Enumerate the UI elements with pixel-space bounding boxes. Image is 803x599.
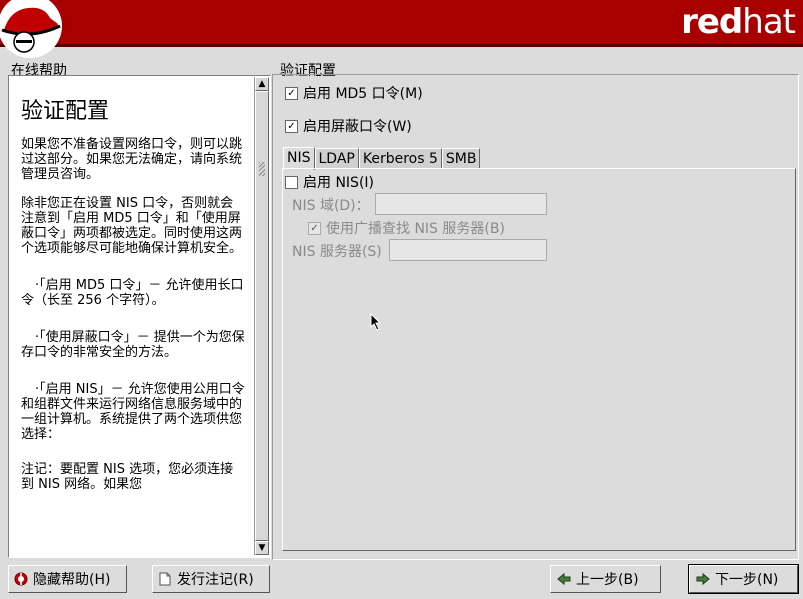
help-bullet: ·「启用 NIS」－ 允许您使用公用口令和组群文件来运行网络信息服务域中的一组计… [21, 382, 245, 442]
help-bullet: ·「使用屏蔽口令」－ 提供一个为您保存口令的非常安全的方法。 [21, 330, 245, 360]
help-scrollbar[interactable]: ▲ ▼ [255, 77, 269, 555]
scroll-up-arrow-icon[interactable]: ▲ [255, 77, 269, 91]
brand-wordmark: redhat [681, 2, 796, 42]
back-button[interactable]: 上一步(B) [550, 565, 661, 593]
help-paragraph: 如果您不准备设置网络口令，则可以跳过这部分。如果您无法确定，请向系统管理员咨询。 [21, 137, 243, 182]
hide-help-label: 隐藏帮助(H) [33, 572, 111, 588]
document-icon [159, 572, 171, 586]
scroll-thumb[interactable] [255, 91, 269, 541]
shadow-label: 启用屏蔽口令(W) [303, 119, 412, 135]
md5-label: 启用 MD5 口令(M) [303, 86, 423, 102]
scroll-down-arrow-icon[interactable]: ▼ [255, 541, 269, 555]
help-bullet: ·「启用 MD5 口令」－ 允许使用长口令（长至 256 个字符）。 [21, 278, 244, 308]
release-notes-label: 发行注记(R) [177, 572, 254, 588]
help-panel: 验证配置 如果您不准备设置网络口令，则可以跳过这部分。如果您无法确定，请向系统管… [8, 75, 271, 558]
nis-enable-row[interactable]: 启用 NIS(I) [285, 172, 374, 192]
mouse-pointer-icon [370, 313, 382, 331]
shadow-checkbox-row[interactable]: ✓ 启用屏蔽口令(W) [285, 116, 412, 136]
next-label: 下一步(N) [715, 572, 779, 588]
redhat-logo-icon [0, 0, 62, 58]
arrow-right-icon [696, 572, 710, 586]
tab-nis[interactable]: NIS [283, 147, 315, 170]
release-notes-button[interactable]: 发行注记(R) [152, 565, 270, 593]
grip-icon [259, 162, 265, 176]
md5-checkbox[interactable]: ✓ [285, 86, 298, 100]
back-label: 上一步(B) [576, 572, 639, 588]
nis-broadcast-checkbox[interactable]: ✓ [308, 221, 321, 235]
tab-kerberos[interactable]: Kerberos 5 [358, 148, 442, 169]
lifebuoy-icon [14, 572, 28, 586]
next-button[interactable]: 下一步(N) [688, 564, 799, 594]
hide-help-button[interactable]: 隐藏帮助(H) [8, 565, 127, 593]
help-content: 验证配置 如果您不准备设置网络口令，则可以跳过这部分。如果您无法确定，请向系统管… [10, 77, 255, 555]
tab-smb[interactable]: SMB [441, 148, 481, 169]
nis-broadcast-row[interactable]: ✓ 使用广播查找 NIS 服务器(B) [308, 218, 505, 238]
arrow-left-icon [557, 572, 571, 586]
nis-broadcast-label: 使用广播查找 NIS 服务器(B) [326, 221, 505, 237]
help-paragraph: 除非您正在设置 NIS 口令，否则就会注意到「启用 MD5 口令」和「使用屏蔽口… [21, 196, 243, 256]
help-heading: 验证配置 [21, 99, 110, 124]
nis-server-field[interactable] [389, 239, 547, 261]
header-banner: redhat [0, 0, 803, 58]
auth-tabs: NIS LDAP Kerberos 5 SMB [283, 147, 481, 170]
tab-ldap[interactable]: LDAP [314, 148, 359, 169]
nis-enable-checkbox[interactable] [285, 175, 298, 189]
nis-domain-field[interactable] [375, 193, 547, 215]
md5-checkbox-row[interactable]: ✓ 启用 MD5 口令(M) [285, 83, 423, 103]
nis-domain-label: NIS 域(D)： [292, 198, 370, 214]
help-paragraph: 注记：要配置 NIS 选项，您必须连接到 NIS 网络。如果您 [21, 462, 234, 492]
nis-server-label: NIS 服务器(S) [292, 244, 382, 260]
shadow-checkbox[interactable]: ✓ [285, 119, 298, 133]
nis-enable-label: 启用 NIS(I) [303, 175, 374, 191]
